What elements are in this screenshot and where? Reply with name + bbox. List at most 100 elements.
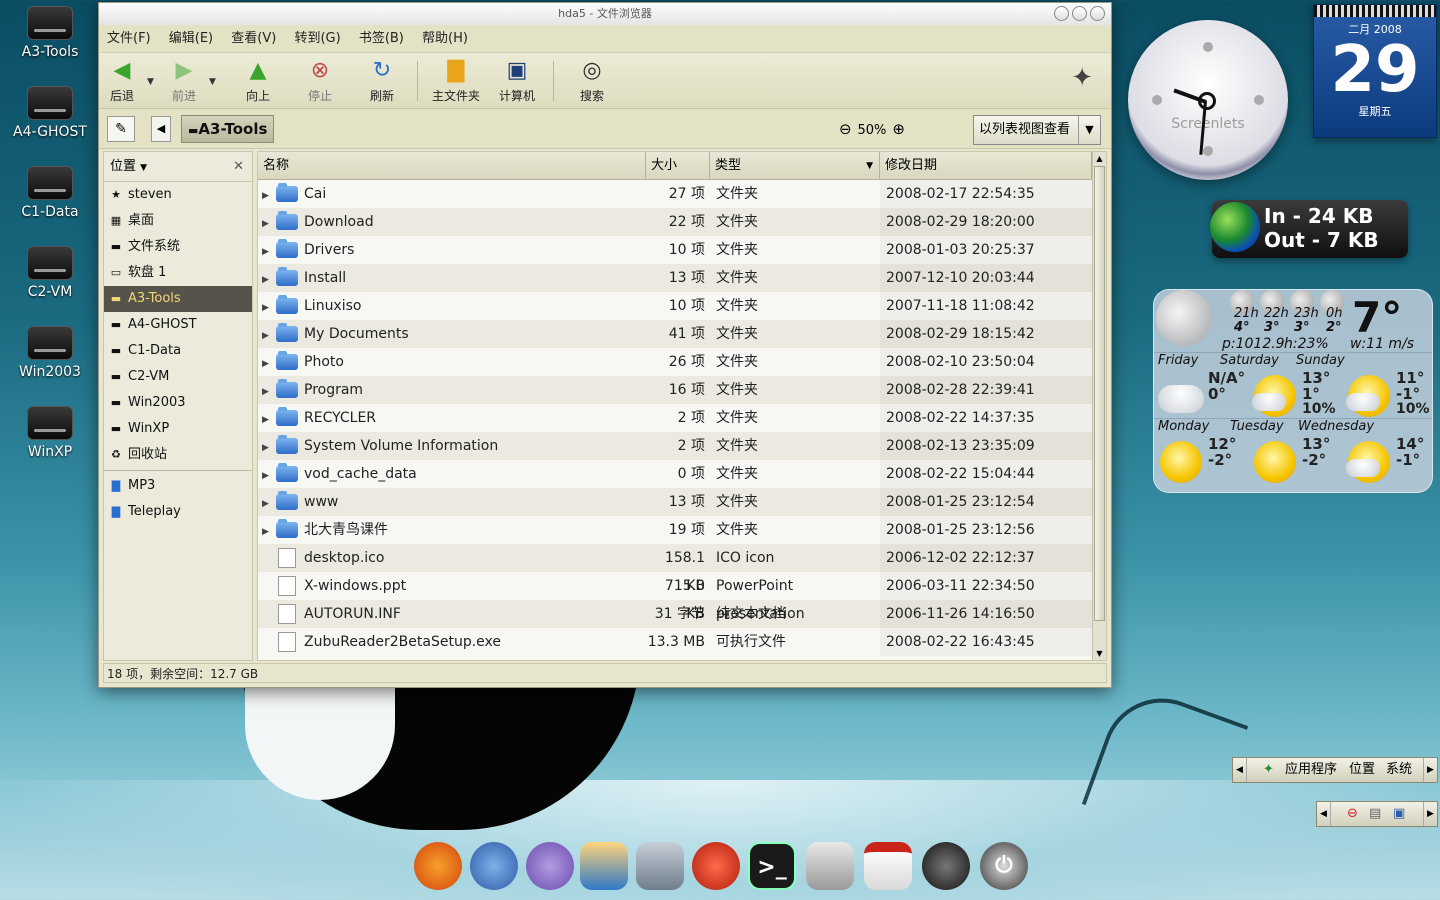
- file-row[interactable]: ▶ Cai 27 项文件夹 2008-02-17 22:54:35: [258, 180, 1106, 208]
- clock-widget[interactable]: Screenlets: [1128, 20, 1288, 180]
- weather-widget[interactable]: 21h 22h 23h 0h 4° 3° 3° 2° 7° p:1012.9 h…: [1153, 289, 1433, 493]
- expander-arrow-icon[interactable]: ▶: [262, 210, 276, 236]
- sidebar-item[interactable]: ♻ 回收站: [104, 442, 252, 468]
- expander-arrow-icon[interactable]: ▶: [262, 378, 276, 404]
- expander-arrow-icon[interactable]: ▶: [262, 434, 276, 460]
- expander-arrow-icon[interactable]: ▶: [262, 518, 276, 544]
- desktop-icon-a3-tools[interactable]: A3-Tools: [10, 6, 90, 60]
- desktop-icon-a4-ghost[interactable]: A4-GHOST: [10, 86, 90, 140]
- expander-arrow-icon[interactable]: ▶: [262, 406, 276, 432]
- terminal-icon[interactable]: >_: [748, 842, 796, 890]
- file-row[interactable]: ▶ RECYCLER 2 项文件夹 2008-02-22 14:37:35: [258, 404, 1106, 432]
- file-row[interactable]: ▶ Photo 26 项文件夹 2008-02-10 23:50:04: [258, 348, 1106, 376]
- home-folder-button[interactable]: ▇ 主文件夹: [429, 57, 483, 104]
- computer-button[interactable]: ▣ 计算机: [495, 57, 539, 104]
- desktop-icon-win2003[interactable]: Win2003: [10, 326, 90, 380]
- panel-left-arrow-icon[interactable]: ◀: [1233, 758, 1247, 782]
- scroll-down-icon[interactable]: ▼: [1093, 647, 1106, 660]
- file-row[interactable]: ▶ www 13 项文件夹 2008-01-25 23:12:54: [258, 488, 1106, 516]
- file-row[interactable]: X-windows.ppt 715.0 KB PowerPoint presenta…: [258, 572, 1106, 622]
- file-row[interactable]: ▶ 北大青鸟课件 19 项文件夹 2008-01-25 23:12:56: [258, 516, 1106, 544]
- expander-arrow-icon[interactable]: ▶: [262, 462, 276, 488]
- stop-button[interactable]: ⊗ 停止: [303, 57, 337, 104]
- sidebar-item[interactable]: ▬ C1-Data: [104, 338, 252, 364]
- calendar-widget[interactable]: 二月 2008 29 星期五: [1313, 4, 1437, 138]
- search-button[interactable]: ◎ 搜索: [575, 57, 609, 104]
- system-menu[interactable]: 系统: [1386, 758, 1412, 782]
- expander-arrow-icon[interactable]: ▶: [262, 350, 276, 376]
- places-menu[interactable]: 位置: [1349, 758, 1375, 782]
- column-header-size[interactable]: 大小: [646, 152, 710, 179]
- panel-right-arrow-icon[interactable]: ▶: [1423, 802, 1437, 826]
- network-icon[interactable]: ▣: [1393, 802, 1405, 826]
- file-cabinet-icon[interactable]: [806, 842, 854, 890]
- pdf-icon[interactable]: [864, 842, 912, 890]
- back-history-dropdown-icon[interactable]: ▼: [147, 77, 154, 87]
- sidebar-item[interactable]: ★ steven: [104, 182, 252, 208]
- menu-help[interactable]: 帮助(H): [422, 31, 468, 46]
- panel-left-arrow-icon[interactable]: ◀: [1317, 802, 1331, 826]
- scrollbar-thumb[interactable]: [1094, 166, 1105, 621]
- scroll-up-icon[interactable]: ▲: [1093, 152, 1106, 165]
- sidebar-bookmark[interactable]: ▇ Teleplay: [104, 499, 252, 525]
- sidebar-item[interactable]: ▬ A3-Tools: [104, 286, 252, 312]
- menu-file[interactable]: 文件(F): [107, 31, 151, 46]
- pidgin-icon[interactable]: [526, 842, 574, 890]
- file-row[interactable]: ▶ Install 13 项文件夹 2007-12-10 20:03:44: [258, 264, 1106, 292]
- thunderbird-icon[interactable]: [470, 842, 518, 890]
- file-row[interactable]: ▶ My Documents 41 项文件夹 2008-02-29 18:15:42: [258, 320, 1106, 348]
- column-header-type[interactable]: 类型 ▼: [710, 152, 880, 179]
- network-monitor-widget[interactable]: In - 24 KB Out - 7 KB: [1210, 200, 1408, 258]
- movie-player-icon[interactable]: [636, 842, 684, 890]
- sidebar-item[interactable]: ▬ 文件系统: [104, 234, 252, 260]
- desktop-icon-c2-vm[interactable]: C2-VM: [10, 246, 90, 300]
- zoom-out-icon[interactable]: ⊖: [839, 120, 852, 138]
- sidebar-item[interactable]: ▬ C2-VM: [104, 364, 252, 390]
- maximize-button[interactable]: [1072, 6, 1087, 21]
- shutdown-icon[interactable]: ⏻: [980, 842, 1028, 890]
- menu-go[interactable]: 转到(G): [294, 31, 340, 46]
- desktop-icon-winxp[interactable]: WinXP: [10, 406, 90, 460]
- back-button[interactable]: ◀ 后退: [107, 57, 137, 104]
- file-row[interactable]: ▶ Drivers 10 项文件夹 2008-01-03 20:25:37: [258, 236, 1106, 264]
- file-row[interactable]: AUTORUN.INF 31 字节 纯文本文档 2006-11-26 14:16:50: [258, 600, 1106, 628]
- sidebar-item[interactable]: ▬ A4-GHOST: [104, 312, 252, 338]
- file-row[interactable]: ZubuReader2BetaSetup.exe 13.3 MB 可执行文件 2008…: [258, 628, 1106, 656]
- expander-arrow-icon[interactable]: ▶: [262, 322, 276, 348]
- reload-button[interactable]: ↻ 刷新: [365, 57, 399, 104]
- close-icon[interactable]: ✕: [233, 152, 244, 182]
- expander-arrow-icon[interactable]: ▶: [262, 294, 276, 320]
- expander-arrow-icon[interactable]: ▶: [262, 238, 276, 264]
- expander-arrow-icon[interactable]: ▶: [262, 266, 276, 292]
- devil-icon[interactable]: [692, 842, 740, 890]
- file-row[interactable]: ▶ System Volume Information 2 项文件夹 2008-02-…: [258, 432, 1106, 460]
- toggle-location-entry-icon[interactable]: ✎: [107, 116, 135, 142]
- file-row[interactable]: ▶ Download 22 项文件夹 2008-02-29 18:20:00: [258, 208, 1106, 236]
- menu-bookmarks[interactable]: 书签(B): [359, 31, 404, 46]
- no-entry-icon[interactable]: ⊖: [1347, 802, 1358, 826]
- sidebar-item[interactable]: ▭ 软盘 1: [104, 260, 252, 286]
- column-header-name[interactable]: 名称: [258, 152, 646, 179]
- audio-icon[interactable]: [922, 842, 970, 890]
- printer-icon[interactable]: ▤: [1369, 802, 1381, 826]
- sidebar-header[interactable]: 位置 ▼ ✕: [104, 152, 252, 182]
- firefox-icon[interactable]: [414, 842, 462, 890]
- expander-arrow-icon[interactable]: ▶: [262, 182, 276, 208]
- sidebar-bookmark[interactable]: ▇ MP3: [104, 473, 252, 499]
- applications-menu[interactable]: 应用程序: [1285, 758, 1337, 782]
- sidebar-item[interactable]: ▬ Win2003: [104, 390, 252, 416]
- forward-history-dropdown-icon[interactable]: ▼: [209, 77, 216, 87]
- view-mode-select[interactable]: 以列表视图查看 ▼: [973, 115, 1101, 145]
- menu-view[interactable]: 查看(V): [231, 31, 276, 46]
- column-header-date[interactable]: 修改日期: [880, 152, 1092, 179]
- panel-right-arrow-icon[interactable]: ▶: [1423, 758, 1437, 782]
- path-left-arrow-icon[interactable]: ◀: [151, 116, 171, 142]
- file-row[interactable]: ▶ Program 16 项文件夹 2008-02-28 22:39:41: [258, 376, 1106, 404]
- up-button[interactable]: ▲ 向上: [241, 57, 275, 104]
- file-row[interactable]: desktop.ico 158.1 KB ICO icon 2006-12-02 22…: [258, 544, 1106, 594]
- file-row[interactable]: ▶ Linuxiso 10 项文件夹 2007-11-18 11:08:42: [258, 292, 1106, 320]
- forward-button[interactable]: ▶ 前进: [167, 57, 201, 104]
- sidebar-item[interactable]: ▦ 桌面: [104, 208, 252, 234]
- expander-arrow-icon[interactable]: ▶: [262, 490, 276, 516]
- file-row[interactable]: ▶ vod_cache_data 0 项文件夹 2008-02-22 15:04:44: [258, 460, 1106, 488]
